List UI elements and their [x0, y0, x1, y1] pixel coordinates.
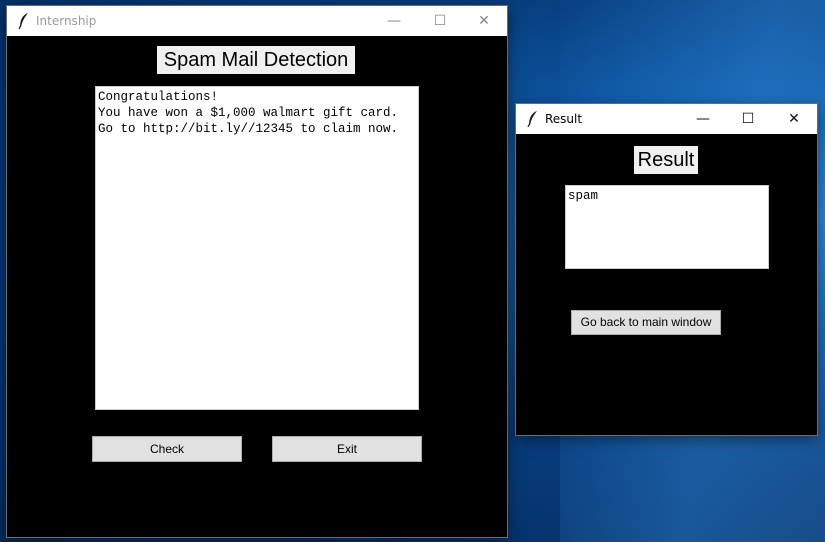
maximize-button[interactable]: ☐: [725, 104, 771, 134]
result-window: Result — ☐ ✕ Result spam Go back to main…: [516, 104, 817, 435]
main-window: Internship — ☐ ✕ Spam Mail Detection Con…: [7, 6, 507, 537]
close-button[interactable]: ✕: [461, 6, 507, 36]
check-button[interactable]: Check: [92, 436, 242, 462]
feather-icon: [527, 111, 537, 128]
message-line-1: Congratulations!: [98, 90, 219, 104]
page-title: Spam Mail Detection: [157, 46, 355, 74]
message-line-3: Go to http://bit.ly//12345 to claim now.: [98, 122, 399, 136]
feather-icon: [18, 13, 28, 30]
close-button[interactable]: ✕: [771, 104, 817, 134]
message-textbox[interactable]: Congratulations! You have won a $1,000 wa…: [95, 86, 419, 410]
main-window-titlebar[interactable]: Internship — ☐ ✕: [7, 6, 507, 36]
main-window-title: Internship: [36, 14, 97, 28]
minimize-button[interactable]: —: [371, 6, 417, 36]
result-window-title: Result: [545, 112, 583, 126]
result-textbox[interactable]: spam: [565, 185, 769, 269]
minimize-button[interactable]: —: [680, 104, 726, 134]
result-heading: Result: [634, 146, 698, 174]
message-line-2: You have won a $1,000 walmart gift card.: [98, 106, 399, 120]
back-to-main-button[interactable]: Go back to main window: [571, 310, 721, 335]
exit-button[interactable]: Exit: [272, 436, 422, 462]
maximize-button[interactable]: ☐: [417, 6, 463, 36]
result-window-titlebar[interactable]: Result — ☐ ✕: [516, 104, 817, 134]
